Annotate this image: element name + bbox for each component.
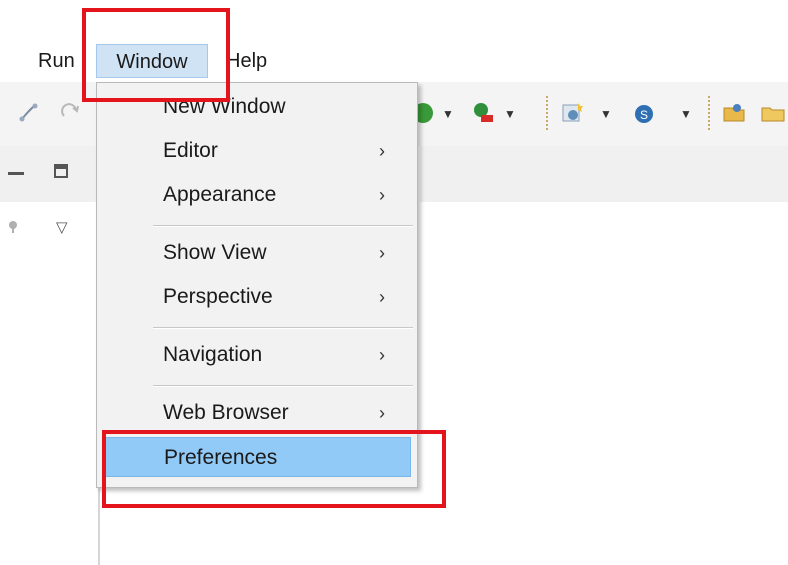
menu-item-perspective[interactable]: Perspective › — [97, 277, 417, 317]
menu-item-editor[interactable]: Editor › — [97, 131, 417, 171]
window-menu-dropdown: New Window Editor › Appearance › Show Vi… — [96, 82, 418, 488]
toolbar-separator — [708, 96, 710, 130]
toolbar-separator — [546, 96, 548, 130]
chevron-down-icon[interactable]: ▼ — [442, 107, 454, 121]
chevron-right-icon: › — [379, 141, 385, 161]
redo-icon[interactable] — [58, 100, 84, 126]
menu-item-label: Appearance — [163, 183, 277, 206]
menu-item-show-view[interactable]: Show View › — [97, 233, 417, 273]
chevron-down-icon[interactable]: ▼ — [600, 107, 612, 121]
chevron-right-icon: › — [379, 243, 385, 263]
menu-item-appearance[interactable]: Appearance › — [97, 175, 417, 215]
chevron-down-icon[interactable]: ▼ — [680, 107, 692, 121]
open-folder-icon[interactable] — [722, 100, 748, 126]
maximize-icon[interactable] — [54, 164, 68, 178]
menu-item-label: Web Browser — [163, 401, 289, 424]
pin-icon[interactable] — [6, 220, 20, 234]
chevron-down-icon[interactable]: ▼ — [504, 107, 516, 121]
menu-item-navigation[interactable]: Navigation › — [97, 335, 417, 375]
menu-separator — [153, 225, 413, 227]
menu-run[interactable]: Run — [34, 44, 79, 78]
menu-item-label: Editor — [163, 139, 218, 162]
menu-item-label: Navigation — [163, 343, 263, 366]
new-class-icon[interactable] — [560, 100, 586, 126]
chevron-right-icon: › — [379, 185, 385, 205]
view-menu-icon[interactable]: ▽ — [56, 218, 68, 236]
annotation-box-preferences — [102, 430, 446, 508]
run-external-tool-icon[interactable] — [470, 100, 496, 126]
menu-item-web-browser[interactable]: Web Browser › — [97, 393, 417, 433]
new-server-icon[interactable]: S — [632, 100, 658, 126]
menu-item-label: Show View — [163, 241, 267, 264]
menu-item-label: Perspective — [163, 285, 273, 308]
view-header-right — [420, 146, 788, 202]
chevron-right-icon: › — [379, 287, 385, 307]
folder-icon[interactable] — [760, 100, 786, 126]
svg-text:S: S — [640, 108, 648, 122]
link-icon[interactable] — [16, 100, 42, 126]
chevron-right-icon: › — [379, 403, 385, 423]
chevron-right-icon: › — [379, 345, 385, 365]
minimize-icon[interactable] — [8, 172, 24, 175]
annotation-box-window — [82, 8, 230, 102]
menu-separator — [153, 385, 413, 387]
menu-separator — [153, 327, 413, 329]
